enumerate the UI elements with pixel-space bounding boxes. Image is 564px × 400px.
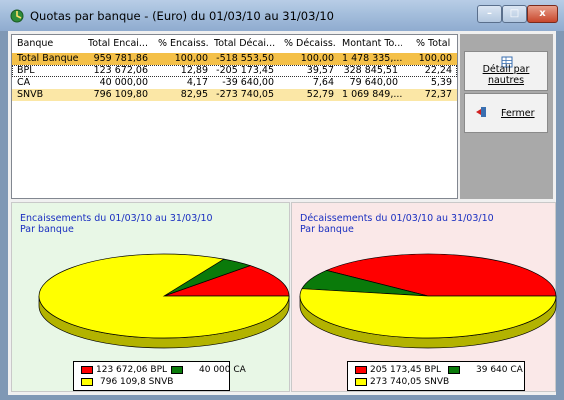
cell-montant-total: 1 069 849,...	[342, 89, 403, 100]
legend-label-snvb: 273 740,05 SNVB	[370, 377, 450, 387]
decaissements-chart: Décaissements du 01/03/10 au 31/03/10 Pa…	[291, 202, 557, 392]
legend-swatch-snvb	[355, 378, 367, 386]
encaissements-chart: Encaissements du 01/03/10 au 31/03/10 Pa…	[11, 202, 290, 392]
action-panel: Détail par nautres Fermer	[460, 34, 553, 199]
detail-par-natures-button[interactable]: Détail par nautres	[464, 51, 548, 91]
cell-banque: BPL	[17, 65, 35, 76]
cell-pct-decaiss: 52,79	[306, 89, 334, 100]
col-header-total-decai[interactable]: Total Décai...	[214, 38, 276, 50]
cell-montant-total: 79 640,00	[349, 77, 398, 88]
cell-pct-decaiss: 7,64	[312, 77, 334, 88]
legend-label-bpl: 205 173,45 BPL	[370, 365, 442, 375]
cell-banque: SNVB	[17, 89, 44, 100]
cell-pct-decaiss: 100,00	[300, 53, 334, 64]
legend-label-ca: 39 640 CA	[476, 365, 523, 375]
legend-label-bpl: 123 672,06 BPL	[96, 365, 168, 375]
close-icon: x	[539, 8, 546, 19]
legend-label-snvb: 796 109,8 SNVB	[100, 377, 174, 387]
cell-total-encai: 959 781,86	[93, 53, 148, 64]
cell-total-encai: 40 000,00	[99, 77, 148, 88]
table-row[interactable]: CA 40 000,00 4,17 -39 640,00 7,64 79 640…	[12, 77, 457, 89]
cell-total-encai: 123 672,06	[93, 65, 148, 76]
cell-pct-total: 72,37	[424, 89, 452, 100]
decaissements-pie	[299, 253, 557, 349]
maximize-icon: □	[509, 8, 520, 19]
cell-total-decai: -273 740,05	[216, 89, 274, 100]
legend-swatch-bpl	[355, 366, 367, 374]
close-button[interactable]: x	[527, 5, 558, 23]
table-row[interactable]: Total Banque 959 781,86 100,00 -518 553,…	[12, 53, 457, 65]
fermer-button[interactable]: Fermer	[464, 93, 548, 133]
window-title: Quotas par banque - (Euro) du 01/03/10 a…	[30, 9, 334, 23]
cell-montant-total: 1 478 335,...	[342, 53, 403, 64]
cell-pct-encaiss: 12,89	[180, 65, 208, 76]
quotas-grid[interactable]: Banque Total Encai... % Encaiss. Total D…	[11, 34, 458, 199]
minimize-button[interactable]: –	[477, 5, 502, 23]
cell-pct-encaiss: 4,17	[186, 77, 208, 88]
exit-door-icon	[476, 107, 486, 117]
chart-legend: 205 173,45 BPL 39 640 CA 273 740,05 SNVB	[347, 361, 525, 391]
table-row[interactable]: SNVB 796 109,80 82,95 -273 740,05 52,79 …	[12, 89, 457, 101]
cell-total-decai: -518 553,50	[216, 53, 274, 64]
title-bar[interactable]: Quotas par banque - (Euro) du 01/03/10 a…	[0, 0, 564, 31]
encaissements-pie	[38, 253, 290, 349]
cell-banque: CA	[17, 77, 31, 88]
app-icon	[10, 9, 24, 23]
col-header-pct-encaiss[interactable]: % Encaiss.	[158, 38, 214, 50]
maximize-button[interactable]: □	[502, 5, 527, 23]
col-header-banque[interactable]: Banque	[17, 38, 67, 50]
legend-swatch-ca	[448, 366, 460, 374]
col-header-pct-total[interactable]: % Total	[416, 38, 454, 50]
legend-swatch-ca	[171, 366, 183, 374]
cell-montant-total: 328 845,51	[343, 65, 398, 76]
detail-button-label: Détail par nautres	[482, 64, 530, 86]
col-header-pct-decaiss[interactable]: % Décaiss.	[284, 38, 338, 50]
cell-pct-decaiss: 39,57	[306, 65, 334, 76]
legend-label-ca: 40 000 CA	[199, 365, 246, 375]
grid-header: Banque Total Encai... % Encaiss. Total D…	[12, 38, 457, 50]
col-header-total-encai[interactable]: Total Encai...	[88, 38, 150, 50]
fermer-button-label: Fermer	[501, 108, 535, 119]
app-window: Quotas par banque - (Euro) du 01/03/10 a…	[0, 0, 564, 400]
client-area: Banque Total Encai... % Encaiss. Total D…	[8, 31, 557, 395]
minimize-icon: –	[487, 8, 492, 19]
cell-total-encai: 796 109,80	[93, 89, 148, 100]
cell-banque: Total Banque	[17, 53, 79, 64]
cell-total-decai: -39 640,00	[222, 77, 274, 88]
cell-total-decai: -205 173,45	[216, 65, 274, 76]
table-row[interactable]: BPL 123 672,06 12,89 -205 173,45 39,57 3…	[12, 65, 457, 77]
legend-swatch-bpl	[81, 366, 93, 374]
cell-pct-encaiss: 82,95	[180, 89, 208, 100]
cell-pct-total: 22,24	[424, 65, 452, 76]
col-header-montant-total[interactable]: Montant To...	[342, 38, 402, 50]
legend-swatch-snvb	[81, 378, 93, 386]
window-bottom-border	[0, 395, 564, 400]
cell-pct-total: 5,39	[430, 77, 452, 88]
chart-legend: 123 672,06 BPL 40 000 CA 796 109,8 SNVB	[73, 361, 246, 391]
cell-pct-encaiss: 100,00	[174, 53, 208, 64]
cell-pct-total: 100,00	[418, 53, 452, 64]
